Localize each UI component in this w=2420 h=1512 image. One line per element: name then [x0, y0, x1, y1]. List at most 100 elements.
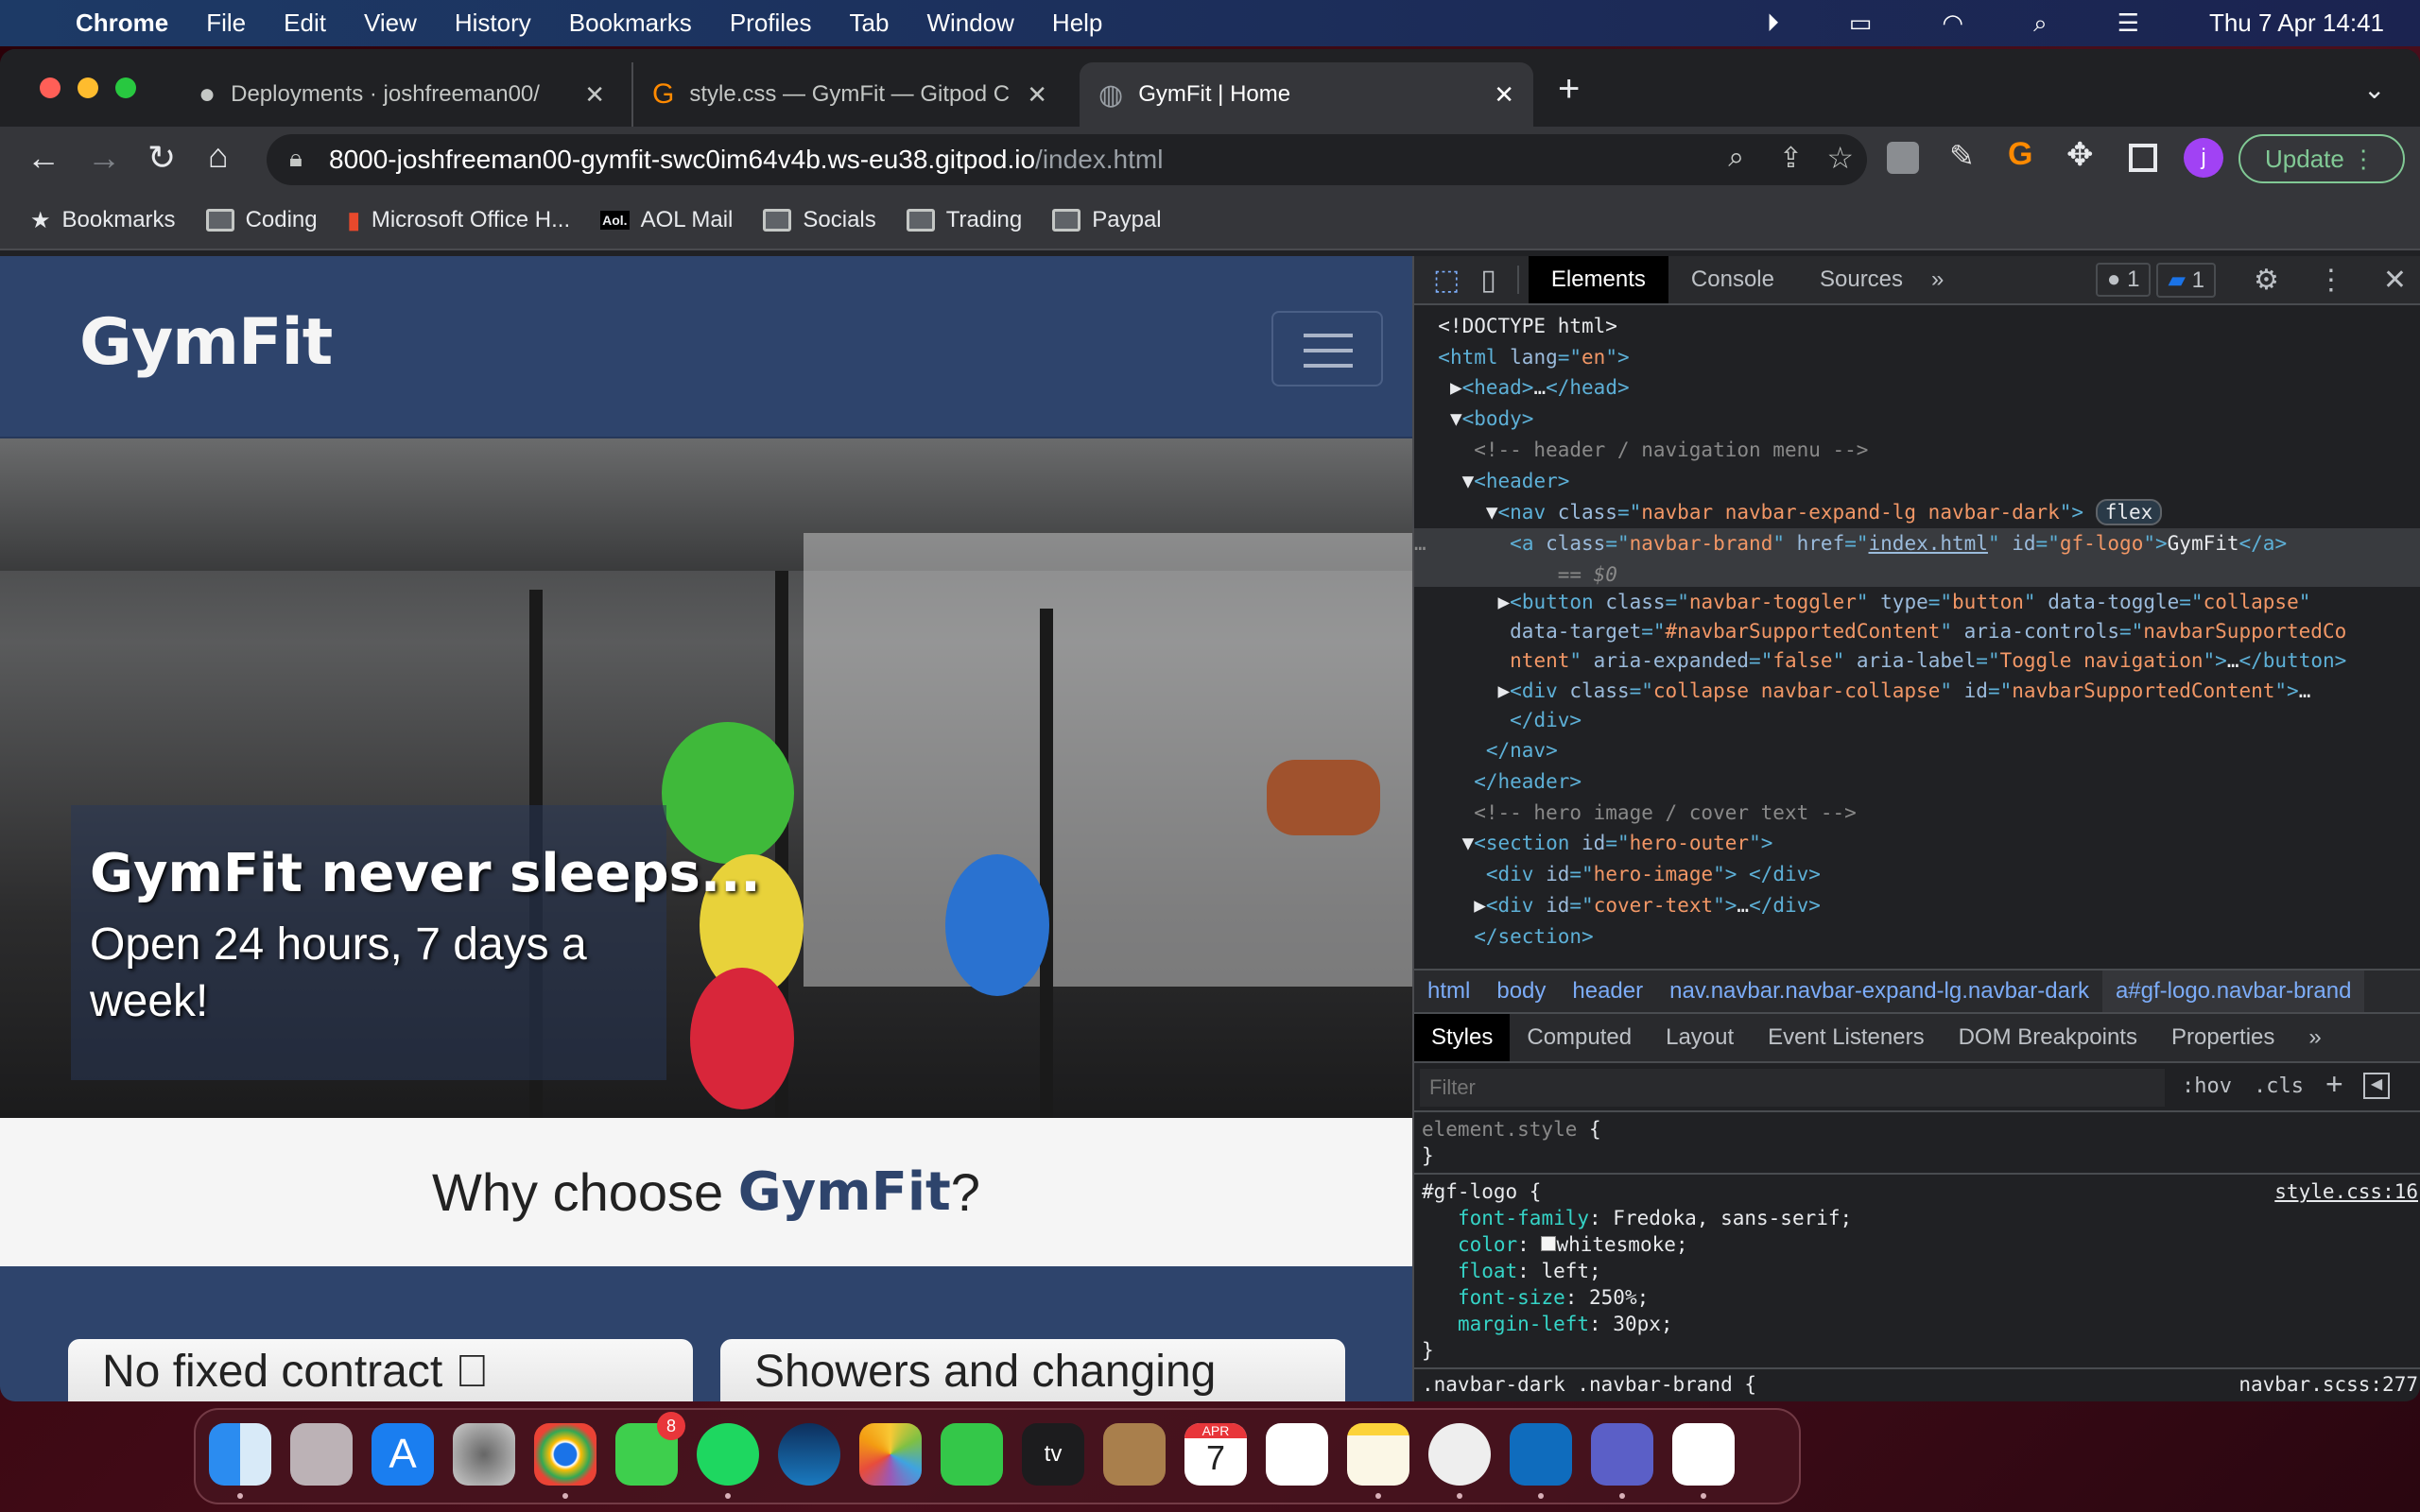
- slack-icon[interactable]: [1672, 1423, 1735, 1486]
- bookmark-aol-mail[interactable]: Aol. AOL Mail: [600, 207, 733, 233]
- search-icon[interactable]: ⌕: [2033, 9, 2048, 39]
- tab-style-css[interactable]: G style.css — GymFit — Gitpod C ✕: [631, 62, 1066, 127]
- new-tab-button[interactable]: +: [1558, 68, 1580, 111]
- bookmark-star-icon[interactable]: ☆: [1826, 140, 1854, 176]
- dom-node[interactable]: </nav>: [1414, 735, 2420, 766]
- share-icon[interactable]: ⇪: [1779, 142, 1803, 175]
- notes-icon[interactable]: [1347, 1423, 1409, 1486]
- tab-deployments[interactable]: ● Deployments · joshfreeman00/ ✕: [180, 62, 624, 127]
- tab-event-listeners[interactable]: Event Listeners: [1751, 1014, 1941, 1061]
- menu-profiles[interactable]: Profiles: [730, 9, 812, 38]
- styles-filter-input[interactable]: [1420, 1069, 2165, 1107]
- menu-tab[interactable]: Tab: [850, 9, 890, 38]
- extensions-puzzle-icon[interactable]: ✥: [2066, 136, 2094, 174]
- photos-icon[interactable]: [859, 1423, 922, 1486]
- tab-gymfit-home[interactable]: ◍ GymFit | Home ✕: [1080, 62, 1533, 127]
- dom-node[interactable]: ▼<body>: [1414, 404, 2420, 435]
- reload-button[interactable]: ↻: [147, 138, 176, 178]
- dom-node[interactable]: ▼<nav class="navbar navbar-expand-lg nav…: [1414, 497, 2420, 528]
- dom-node[interactable]: ▶<head>…</head>: [1414, 372, 2420, 404]
- menu-view[interactable]: View: [364, 9, 417, 38]
- navbar-toggler-button[interactable]: [1271, 311, 1383, 387]
- tab-console[interactable]: Console: [1668, 256, 1797, 303]
- tab-sources[interactable]: Sources: [1797, 256, 1926, 303]
- issues-badge[interactable]: ● 1: [2095, 263, 2152, 297]
- dom-node[interactable]: </header>: [1414, 766, 2420, 798]
- breadcrumb-html[interactable]: html: [1414, 978, 1483, 1005]
- outlook-icon[interactable]: [1510, 1423, 1572, 1486]
- close-tab-icon[interactable]: ✕: [1027, 80, 1047, 110]
- zoom-icon[interactable]: ⌕: [1728, 142, 1744, 174]
- menu-app-name[interactable]: Chrome: [76, 9, 168, 38]
- dom-node[interactable]: ▶<div id="cover-text">…</div>: [1414, 890, 2420, 921]
- breadcrumb-body[interactable]: body: [1483, 978, 1559, 1005]
- bookmark-trading[interactable]: Trading: [906, 207, 1022, 233]
- back-button[interactable]: ←: [26, 138, 60, 178]
- more-options-icon[interactable]: ⋮: [2317, 264, 2345, 297]
- finder-icon[interactable]: [209, 1423, 271, 1486]
- reminders-icon[interactable]: [1266, 1423, 1328, 1486]
- address-bar[interactable]: 🔒︎ 8000-joshfreeman00-gymfit-swc0im64v4b…: [267, 134, 1867, 185]
- menu-bookmarks[interactable]: Bookmarks: [569, 9, 692, 38]
- breadcrumb-a[interactable]: a#gf-logo.navbar-brand: [2101, 971, 2365, 1012]
- more-tabs-icon[interactable]: »: [1931, 266, 1944, 293]
- smiley-app-icon[interactable]: [1428, 1423, 1491, 1486]
- extension-icon[interactable]: [1887, 142, 1919, 174]
- messages-badge[interactable]: ▰ 1: [2156, 262, 2216, 298]
- inspect-element-icon[interactable]: ⬚: [1433, 264, 1460, 297]
- play-icon[interactable]: ⏵: [1767, 9, 1779, 39]
- close-window-button[interactable]: [40, 77, 60, 98]
- menu-history[interactable]: History: [455, 9, 531, 38]
- control-center-icon[interactable]: ☰: [2118, 9, 2139, 38]
- color-swatch[interactable]: [1541, 1236, 1557, 1251]
- site-logo[interactable]: GymFit: [79, 305, 333, 380]
- dom-node[interactable]: ▶<div class="collapse navbar-collapse" i…: [1414, 676, 2420, 707]
- close-tab-icon[interactable]: ✕: [584, 80, 605, 110]
- dom-node[interactable]: ▼<header>: [1414, 466, 2420, 497]
- steam-icon[interactable]: [778, 1423, 840, 1486]
- dom-comment[interactable]: <!-- hero image / cover text -->: [1414, 798, 2420, 829]
- toggle-sidebar-icon[interactable]: ◀: [2363, 1073, 2390, 1099]
- flex-badge[interactable]: flex: [2095, 499, 2163, 525]
- tab-computed[interactable]: Computed: [1510, 1014, 1649, 1061]
- bookmark-coding[interactable]: Coding: [205, 207, 318, 233]
- forward-button[interactable]: →: [87, 138, 121, 178]
- breadcrumb-nav[interactable]: nav.navbar.navbar-expand-lg.navbar-dark: [1656, 978, 2102, 1005]
- avatar[interactable]: j: [2184, 138, 2223, 178]
- close-tab-icon[interactable]: ✕: [1494, 80, 1514, 110]
- tab-properties[interactable]: Properties: [2154, 1014, 2291, 1061]
- tab-elements[interactable]: Elements: [1528, 256, 1668, 303]
- app-store-icon[interactable]: A: [372, 1423, 434, 1486]
- dom-node[interactable]: <div id="hero-image"> </div>: [1414, 859, 2420, 890]
- maximize-window-button[interactable]: [115, 77, 136, 98]
- dom-node[interactable]: <!DOCTYPE html>: [1414, 311, 2420, 342]
- clock[interactable]: Thu 7 Apr 14:41: [2209, 9, 2384, 38]
- dom-node[interactable]: </section>: [1414, 921, 2420, 953]
- menu-file[interactable]: File: [206, 9, 246, 38]
- breadcrumb-header[interactable]: header: [1559, 978, 1656, 1005]
- battery-icon[interactable]: ▭: [1849, 9, 1873, 38]
- dom-node[interactable]: ▶<button class="navbar-toggler" type="bu…: [1414, 587, 2420, 618]
- messages-icon[interactable]: 8: [615, 1412, 685, 1486]
- close-devtools-icon[interactable]: ✕: [2383, 264, 2407, 297]
- device-toolbar-icon[interactable]: ▯: [1480, 264, 1496, 297]
- bookmark-socials[interactable]: Socials: [763, 207, 876, 233]
- home-button[interactable]: ⌂: [208, 136, 229, 176]
- bookmark-bookmarks[interactable]: ★ Bookmarks: [30, 207, 176, 234]
- side-panel-icon[interactable]: [2129, 144, 2157, 172]
- facetime-icon[interactable]: [941, 1423, 1003, 1486]
- rule-source-link[interactable]: style.css:16: [2274, 1178, 2418, 1205]
- launchpad-icon[interactable]: [290, 1423, 353, 1486]
- hov-toggle[interactable]: :hov: [2182, 1074, 2232, 1098]
- tab-styles[interactable]: Styles: [1414, 1014, 1511, 1061]
- system-preferences-icon[interactable]: [453, 1423, 515, 1486]
- tab-search-chevron-icon[interactable]: ⌄: [2363, 74, 2385, 105]
- wifi-icon[interactable]: ◠: [1942, 9, 1963, 38]
- new-rule-plus-icon[interactable]: +: [2325, 1067, 2343, 1102]
- update-button[interactable]: Update ⋮: [2238, 134, 2405, 183]
- tab-dom-breakpoints[interactable]: DOM Breakpoints: [1942, 1014, 2154, 1061]
- pen-extension-icon[interactable]: ✎: [1949, 138, 1975, 174]
- calendar-icon[interactable]: APR 7: [1184, 1423, 1247, 1486]
- minimize-window-button[interactable]: [78, 77, 98, 98]
- dom-comment[interactable]: <!-- header / navigation menu -->: [1414, 435, 2420, 466]
